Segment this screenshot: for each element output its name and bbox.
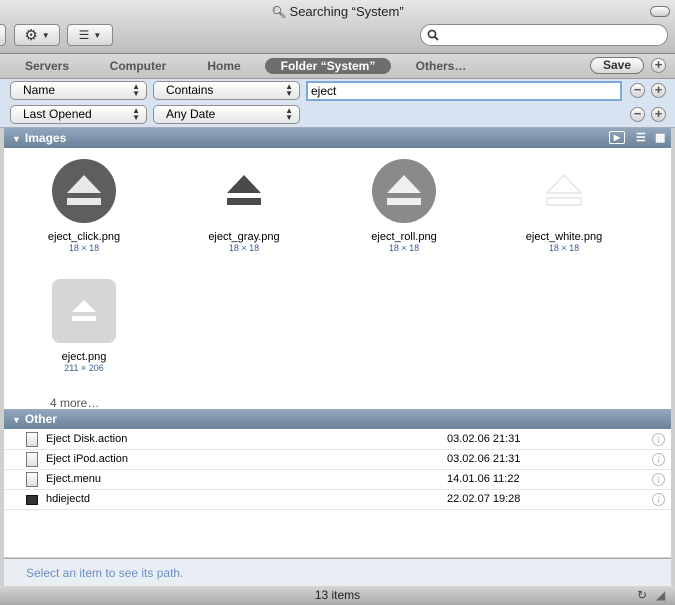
criteria-operator-popup[interactable]: Contains ▲ ▼	[153, 81, 300, 100]
remove-criteria-button[interactable]: −	[630, 83, 645, 98]
eject-white-icon	[545, 173, 583, 206]
search-field[interactable]	[420, 24, 668, 46]
popup-arrows-icon: ▲ ▼	[285, 106, 293, 122]
image-item[interactable]: eject_white.png 18 × 18	[494, 158, 634, 253]
search-icon	[427, 29, 439, 41]
status-bar: 13 items ↻ ◢	[0, 586, 675, 605]
scope-bar: Servers Computer Home Folder “System” Ot…	[0, 54, 675, 79]
arrange-menu-button[interactable]: ☰ ▼	[67, 24, 113, 46]
more-results-link[interactable]: 4 more…	[50, 396, 99, 410]
image-item[interactable]: eject_roll.png 18 × 18	[334, 158, 474, 253]
back-button[interactable]	[0, 24, 6, 46]
scope-home[interactable]: Home	[196, 58, 252, 74]
gear-icon: ⚙	[24, 27, 38, 44]
document-icon	[26, 472, 38, 487]
eject-gray-icon	[227, 175, 261, 205]
scope-folder-system[interactable]: Folder “System”	[265, 58, 391, 74]
chevron-down-icon: ▼	[93, 30, 102, 40]
action-menu-button[interactable]: ⚙ ▼	[14, 24, 60, 46]
disclosure-triangle-icon: ▼	[12, 134, 21, 144]
popup-arrows-icon: ▲ ▼	[132, 82, 140, 98]
scope-computer[interactable]: Computer	[100, 58, 176, 74]
toolbar: 🔍︎ Searching “System” ⚙ ▼ ☰ ▼	[0, 0, 675, 54]
image-item[interactable]: eject_gray.png 18 × 18	[174, 158, 314, 253]
image-item[interactable]: eject_click.png 18 × 18	[14, 158, 154, 253]
search-input[interactable]	[439, 27, 667, 43]
popup-arrows-icon: ▲ ▼	[285, 82, 293, 98]
add-criteria-button[interactable]: +	[651, 107, 666, 122]
info-icon[interactable]: i	[652, 453, 665, 466]
eject-png-icon	[52, 279, 116, 343]
image-item[interactable]: eject.png 211 × 206	[14, 278, 154, 373]
list-item[interactable]: Eject Disk.action 03.02.06 21:31 i	[4, 430, 671, 450]
other-results-list: Eject Disk.action 03.02.06 21:31 i Eject…	[4, 429, 671, 557]
refresh-icon[interactable]: ↻	[637, 588, 647, 602]
remove-criteria-button[interactable]: −	[630, 107, 645, 122]
action-file-icon	[26, 432, 38, 447]
criteria-attribute-popup[interactable]: Last Opened ▲ ▼	[10, 105, 147, 124]
eject-roll-icon	[372, 159, 436, 223]
magnifier-icon: 🔍︎	[271, 5, 287, 19]
list-item[interactable]: Eject iPod.action 03.02.06 21:31 i	[4, 450, 671, 470]
info-icon[interactable]: i	[652, 493, 665, 506]
icon-view-icon[interactable]: ▦	[655, 128, 665, 148]
arrange-icon: ☰	[78, 28, 90, 42]
resize-grip-icon[interactable]: ◢	[656, 588, 665, 602]
other-section-header[interactable]: ▼ Other	[4, 409, 671, 429]
list-item[interactable]: Eject.menu 14.01.06 11:22 i	[4, 470, 671, 490]
info-icon[interactable]: i	[652, 473, 665, 486]
info-icon[interactable]: i	[652, 433, 665, 446]
images-grid: eject_click.png 18 × 18 eject_gray.png 1…	[4, 148, 671, 410]
search-criteria: Name ▲ ▼ Contains ▲ ▼ eject − + Last Opened ▲…	[0, 79, 675, 128]
save-search-button[interactable]: Save	[590, 57, 644, 74]
toolbar-toggle-button[interactable]	[650, 6, 670, 17]
images-section-header[interactable]: ▼ Images ▶ ☰ ▦	[4, 128, 671, 148]
add-criteria-button[interactable]: +	[651, 83, 666, 98]
window-title: 🔍︎ Searching “System”	[271, 4, 404, 19]
list-view-icon[interactable]: ☰	[636, 128, 646, 148]
scope-others[interactable]: Others…	[406, 58, 476, 74]
path-hint: Select an item to see its path.	[26, 566, 184, 580]
list-item[interactable]: hdiejectd 22.02.07 19:28 i	[4, 490, 671, 510]
popup-arrows-icon: ▲ ▼	[132, 106, 140, 122]
add-criteria-button[interactable]: +	[651, 58, 666, 73]
slideshow-icon[interactable]: ▶	[609, 131, 625, 144]
path-bar: Select an item to see its path.	[4, 558, 671, 586]
scope-servers[interactable]: Servers	[14, 58, 80, 74]
eject-click-icon	[52, 159, 116, 223]
criteria-attribute-popup[interactable]: Name ▲ ▼	[10, 81, 147, 100]
item-count: 13 items	[314, 588, 361, 602]
executable-icon	[26, 495, 38, 505]
chevron-down-icon: ▼	[41, 30, 50, 40]
action-file-icon	[26, 452, 38, 467]
disclosure-triangle-icon: ▼	[12, 415, 21, 425]
criteria-value-field[interactable]: eject	[306, 81, 622, 101]
criteria-date-popup[interactable]: Any Date ▲ ▼	[153, 105, 300, 124]
